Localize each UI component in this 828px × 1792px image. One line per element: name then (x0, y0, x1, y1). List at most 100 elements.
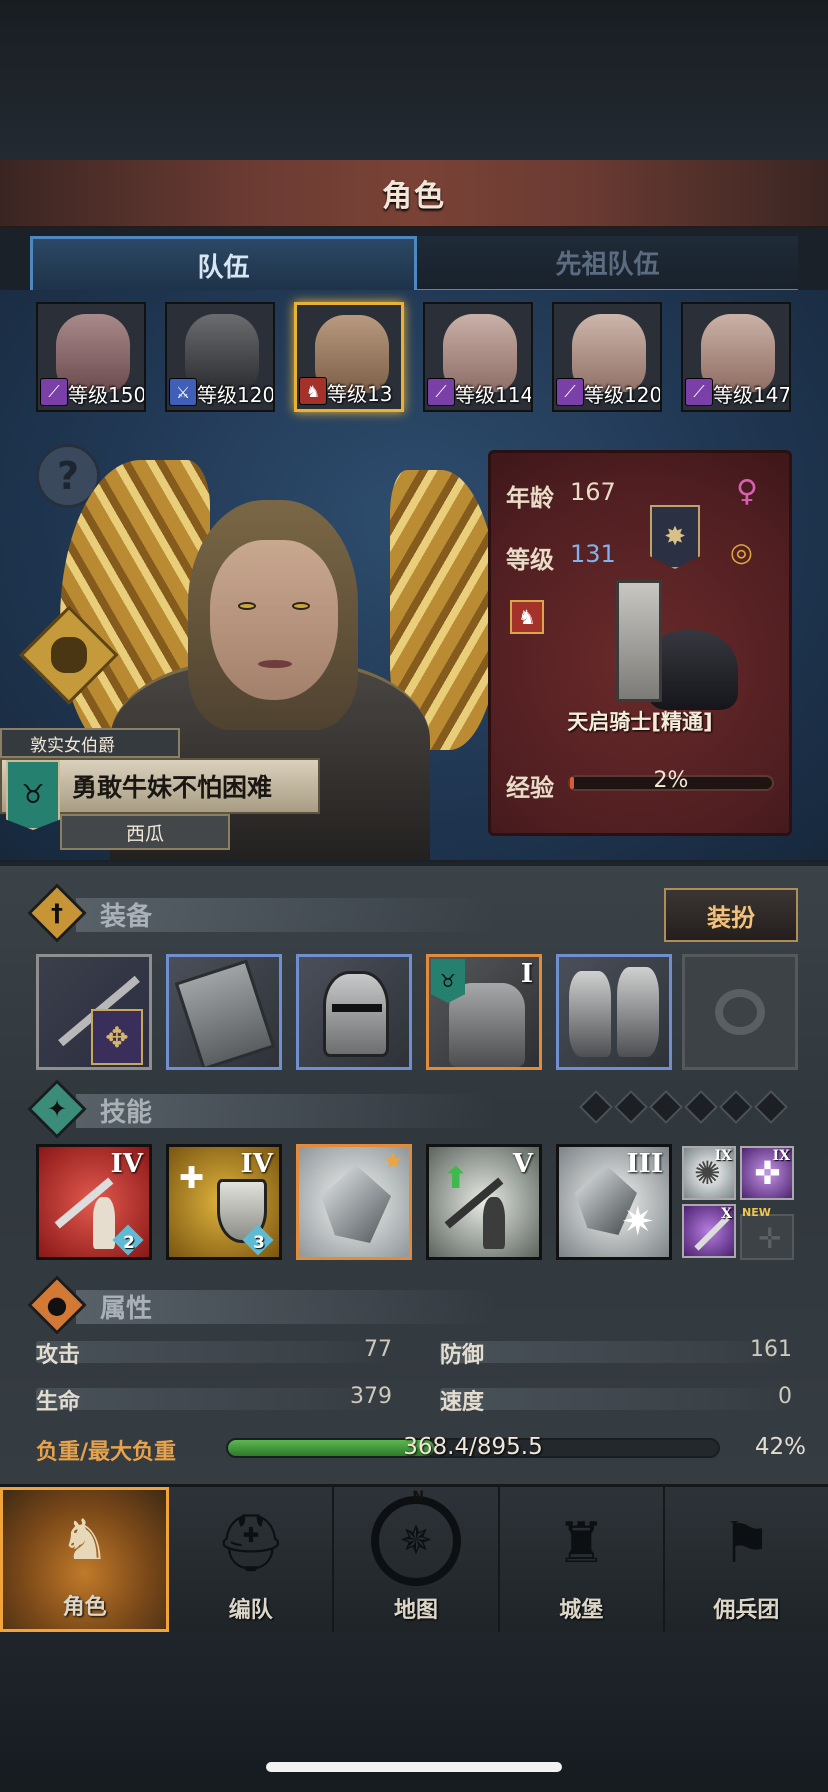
roster-member-2[interactable]: ⚔ 等级120 (165, 302, 275, 412)
skill-slot-1[interactable]: IV 2 (36, 1144, 152, 1260)
hero-eye-right (292, 602, 310, 610)
nav-label: 角色 (62, 1595, 107, 1620)
nav-character[interactable]: ♞ 角色 (0, 1487, 170, 1632)
ring-icon (715, 989, 765, 1035)
hp-label: 生命 (36, 1390, 81, 1415)
roster-member-1[interactable]: ⟋ 等级150 (36, 302, 146, 412)
exp-percent: 2% (653, 768, 689, 793)
load-percent: 42% (754, 1434, 806, 1460)
hp-row: 生命 379 (36, 1384, 392, 1415)
speed-row: 速度 0 (440, 1384, 792, 1415)
small-skill-staff[interactable]: X (682, 1204, 736, 1258)
potion-icon (51, 637, 87, 673)
nav-label: 城堡 (559, 1598, 604, 1623)
small-skill-cross-star[interactable]: ✜ IX (740, 1146, 794, 1200)
nav-label: 地图 (394, 1598, 439, 1623)
compass-north-label: N (412, 1489, 425, 1505)
attributes-header: ● 属性 (27, 1275, 800, 1335)
shield-icon (174, 959, 276, 1067)
attack-row: 攻击 77 (36, 1337, 392, 1368)
roster-level: 等级147 (713, 383, 791, 407)
noble-title: 敦实女伯爵 (0, 728, 180, 758)
roster-member-6[interactable]: ⟋ 等级147 (681, 302, 791, 412)
owner-name: 西瓜 (60, 814, 230, 850)
equip-slot-boots[interactable] (556, 954, 672, 1070)
attack-label: 攻击 (36, 1343, 81, 1368)
bottom-nav: ♞ 角色 ⛑ 编队 N ✵ 地图 ♜ 城堡 ⚑ 佣兵团 (0, 1484, 828, 1632)
equip-slot-armor[interactable]: ♉ I (426, 954, 542, 1070)
attr-bar (36, 1341, 392, 1363)
horse-icon: ♞ (510, 600, 544, 634)
knight-figure (588, 570, 738, 720)
helmet-icon (323, 971, 389, 1057)
staff-icon: ⟋ (685, 378, 713, 406)
roster-member-4[interactable]: ⟋ 等级114 (423, 302, 533, 412)
hero-eye-left (238, 602, 256, 610)
equip-slot-weapon[interactable]: ✥ (36, 954, 152, 1070)
class-name[interactable]: 天启骑士[精通] (520, 706, 760, 736)
age-label: 年龄 (506, 484, 554, 512)
attr-bar (36, 1388, 392, 1410)
armor-tier: I (520, 959, 533, 989)
skill-tier: V (512, 1149, 533, 1179)
boot-left-icon (569, 971, 611, 1057)
shield-art (616, 580, 662, 702)
question-icon: ? (56, 454, 80, 498)
small-skill-empty[interactable]: ✛ (740, 1214, 794, 1260)
nav-mercenary[interactable]: ⚑ 佣兵团 (665, 1487, 828, 1632)
plus-icon: ✚ (179, 1161, 205, 1196)
small-skill-burst[interactable]: ✺ IX (682, 1146, 736, 1200)
skill-tier: III (626, 1149, 664, 1179)
crystal-icon (321, 1165, 391, 1243)
bull-banner-icon: ♉ (6, 760, 60, 830)
dress-up-button[interactable]: 装扮 (664, 888, 798, 942)
tab-ancestor-team[interactable]: 先祖队伍 (417, 236, 798, 292)
top-backdrop (0, 0, 828, 160)
skill-slot-3[interactable]: ★ (296, 1144, 412, 1260)
staff-icon: ⟋ (556, 378, 584, 406)
skill-tier: X (721, 1206, 732, 1222)
staff-icon: ⟋ (40, 378, 68, 406)
rings-icon[interactable]: ◎ (730, 538, 753, 568)
roster: ⟋ 等级150 ⚔ 等级120 ♞ 等级13 ⟋ 等级114 ⟋ 等级120 ⟋… (36, 302, 796, 412)
skill-tier: IV (110, 1149, 143, 1179)
level-label: 等级 (506, 546, 554, 574)
level-value: 131 (570, 540, 616, 568)
speed-value: 0 (778, 1384, 792, 1409)
equip-slot-ring[interactable] (682, 954, 798, 1070)
figure-icon (93, 1197, 115, 1249)
roster-member-5[interactable]: ⟋ 等级120 (552, 302, 662, 412)
attack-value: 77 (364, 1337, 392, 1362)
attributes-title: 属性 (100, 1294, 153, 1324)
hero-mouth (258, 660, 292, 668)
skill-slot-2[interactable]: ✚ IV 3 (166, 1144, 282, 1260)
load-value: 368.4/895.5 (403, 1434, 543, 1460)
arrow-up-icon: ⬆ (443, 1161, 469, 1196)
roster-member-3[interactable]: ♞ 等级13 (294, 302, 404, 412)
equip-slot-shield[interactable] (166, 954, 282, 1070)
equip-slot-helmet[interactable] (296, 954, 412, 1070)
roster-level: 等级120 (197, 383, 275, 407)
skill-slot-5[interactable]: ✷ III (556, 1144, 672, 1260)
tab-team[interactable]: 队伍 (30, 236, 417, 292)
burst-icon: ✷ (621, 1199, 655, 1245)
new-badge: NEW (742, 1206, 771, 1219)
nav-formation[interactable]: ⛑ 编队 (169, 1487, 335, 1632)
nav-map[interactable]: N ✵ 地图 (334, 1487, 500, 1632)
hero-face (210, 540, 338, 700)
bull-banner-icon: ♉ (431, 959, 465, 1003)
roster-level: 等级114 (455, 383, 533, 407)
exp-label: 经验 (506, 774, 554, 802)
skill-tier: IV (240, 1149, 273, 1179)
nav-castle[interactable]: ♜ 城堡 (500, 1487, 665, 1632)
knight-icon: ♞ (59, 1507, 110, 1573)
roster-level: 等级150 (68, 383, 146, 407)
skill-count: 2 (123, 1233, 135, 1253)
attr-bar (440, 1388, 792, 1410)
tab-bar: 队伍 先祖队伍 (30, 236, 798, 292)
cross-icon: ✛ (758, 1222, 782, 1255)
home-indicator[interactable] (266, 1762, 562, 1772)
skill-slot-4[interactable]: ⬆ V (426, 1144, 542, 1260)
helmet-visor (332, 1004, 382, 1012)
skill-tier: IX (714, 1148, 732, 1164)
